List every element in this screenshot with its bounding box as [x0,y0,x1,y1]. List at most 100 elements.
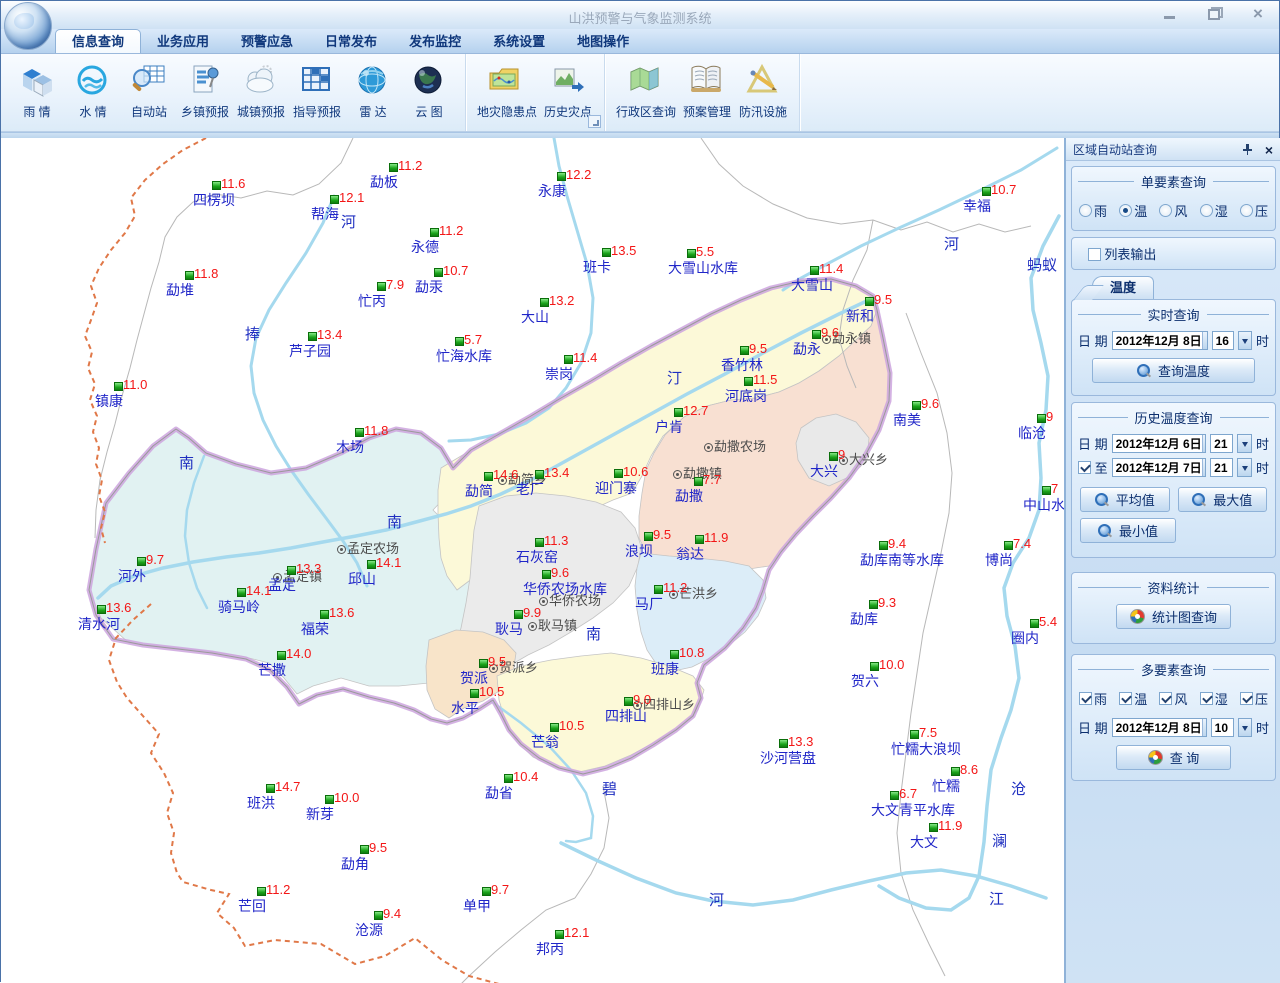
station-marker-icon[interactable] [912,401,921,410]
station-marker-icon[interactable] [308,332,317,341]
station-marker-icon[interactable] [740,346,749,355]
station-marker-icon[interactable] [330,195,339,204]
station-marker-icon[interactable] [114,382,123,391]
toolbar-button-rain[interactable]: 雨 情 [9,57,65,131]
restore-button[interactable] [1207,7,1221,21]
list-output-checkbox[interactable] [1088,248,1101,261]
station-marker-icon[interactable] [540,298,549,307]
station-marker-icon[interactable] [277,651,286,660]
station-marker-icon[interactable] [929,823,938,832]
station-marker-icon[interactable] [1004,541,1013,550]
station-marker-icon[interactable] [910,730,919,739]
group-dialog-launcher[interactable] [588,115,601,128]
station-marker-icon[interactable] [355,428,364,437]
toolbar-button-hazard[interactable]: 地灾隐患点 [474,57,540,131]
toolbar-button-cloud-image[interactable]: 云 图 [401,57,457,131]
history-end-date-combo[interactable]: 2012年12月 7日 [1112,458,1207,477]
station-marker-icon[interactable] [257,887,266,896]
toolbar-button-water[interactable]: 水 情 [65,57,121,131]
station-marker-icon[interactable] [514,610,523,619]
station-marker-icon[interactable] [479,659,488,668]
station-marker-icon[interactable] [869,600,878,609]
chevron-down-icon[interactable] [1202,332,1208,349]
tab-发布监控[interactable]: 发布监控 [393,30,477,53]
station-marker-icon[interactable] [644,532,653,541]
station-marker-icon[interactable] [237,588,246,597]
checkbox-icon[interactable] [1119,692,1132,705]
radio-button-icon[interactable] [1200,204,1213,217]
station-marker-icon[interactable] [550,723,559,732]
tab-系统设置[interactable]: 系统设置 [477,30,561,53]
realtime-hour-dropdown[interactable] [1238,331,1252,350]
station-marker-icon[interactable] [470,689,479,698]
radio-button-icon[interactable] [1079,204,1092,217]
history-start-date-combo[interactable]: 2012年12月 6日 [1112,434,1207,453]
station-marker-icon[interactable] [389,163,398,172]
realtime-hour-input[interactable]: 16 [1212,331,1234,350]
radio-button-icon[interactable] [1159,204,1172,217]
station-marker-icon[interactable] [482,887,491,896]
station-marker-icon[interactable] [1037,414,1046,423]
tab-信息查询[interactable]: 信息查询 [55,29,141,53]
query-temperature-button[interactable]: 查询温度 [1092,358,1255,383]
station-marker-icon[interactable] [325,795,334,804]
checkbox-雨[interactable]: 雨 [1079,689,1107,708]
station-marker-icon[interactable] [185,271,194,280]
pin-icon[interactable] [1240,143,1254,157]
station-marker-icon[interactable] [890,791,899,800]
station-marker-icon[interactable] [670,650,679,659]
toolbar-button-admin-region[interactable]: 行政区查询 [613,57,679,131]
minimum-button[interactable]: 最小值 [1080,518,1176,543]
toolbar-button-city-forecast[interactable]: 城镇预报 [233,57,289,131]
toolbar-button-guide-forecast[interactable]: 指导预报 [289,57,345,131]
tab-业务应用[interactable]: 业务应用 [141,30,225,53]
radio-风[interactable]: 风 [1159,201,1187,220]
tab-预警应急[interactable]: 预警应急 [225,30,309,53]
history-end-hour-dropdown[interactable] [1237,458,1252,477]
checkbox-icon[interactable] [1159,692,1172,705]
station-marker-icon[interactable] [1030,619,1039,628]
station-marker-icon[interactable] [555,930,564,939]
station-marker-icon[interactable] [810,266,819,275]
toolbar-button-plan[interactable]: 预案管理 [679,57,735,131]
station-marker-icon[interactable] [674,408,683,417]
radio-湿[interactable]: 湿 [1200,201,1228,220]
multi-hour-input[interactable]: 10 [1211,718,1234,737]
radio-button-icon[interactable] [1119,204,1132,217]
checkbox-icon[interactable] [1240,692,1253,705]
station-marker-icon[interactable] [812,330,821,339]
history-start-hour-dropdown[interactable] [1237,434,1252,453]
history-start-hour-input[interactable]: 21 [1210,434,1233,453]
radio-温[interactable]: 温 [1119,201,1147,220]
close-button[interactable]: × [1251,7,1265,21]
station-marker-icon[interactable] [484,472,493,481]
statistics-chart-button[interactable]: 统计图查询 [1116,604,1231,629]
station-marker-icon[interactable] [1042,486,1051,495]
station-marker-icon[interactable] [535,538,544,547]
station-marker-icon[interactable] [320,610,329,619]
minimize-button[interactable] [1163,7,1177,21]
tab-地图操作[interactable]: 地图操作 [561,30,645,53]
station-marker-icon[interactable] [212,181,221,190]
tab-日常发布[interactable]: 日常发布 [309,30,393,53]
station-marker-icon[interactable] [951,767,960,776]
toolbar-button-flood-facility[interactable]: 防汛设施 [735,57,791,131]
station-marker-icon[interactable] [744,377,753,386]
station-marker-icon[interactable] [455,337,464,346]
checkbox-压[interactable]: 压 [1240,689,1268,708]
station-marker-icon[interactable] [266,784,275,793]
station-marker-icon[interactable] [829,452,838,461]
multi-date-combo[interactable]: 2012年12月 8日 [1112,718,1207,737]
radio-button-icon[interactable] [1240,204,1253,217]
maximum-button[interactable]: 最大值 [1178,487,1268,512]
multi-query-button[interactable]: 查 询 [1116,745,1231,770]
station-marker-icon[interactable] [504,774,513,783]
station-marker-icon[interactable] [557,172,566,181]
station-marker-icon[interactable] [97,605,106,614]
station-marker-icon[interactable] [535,470,544,479]
station-marker-icon[interactable] [779,739,788,748]
multi-hour-dropdown[interactable] [1238,718,1252,737]
station-marker-icon[interactable] [367,560,376,569]
station-marker-icon[interactable] [137,557,146,566]
station-marker-icon[interactable] [687,249,696,258]
